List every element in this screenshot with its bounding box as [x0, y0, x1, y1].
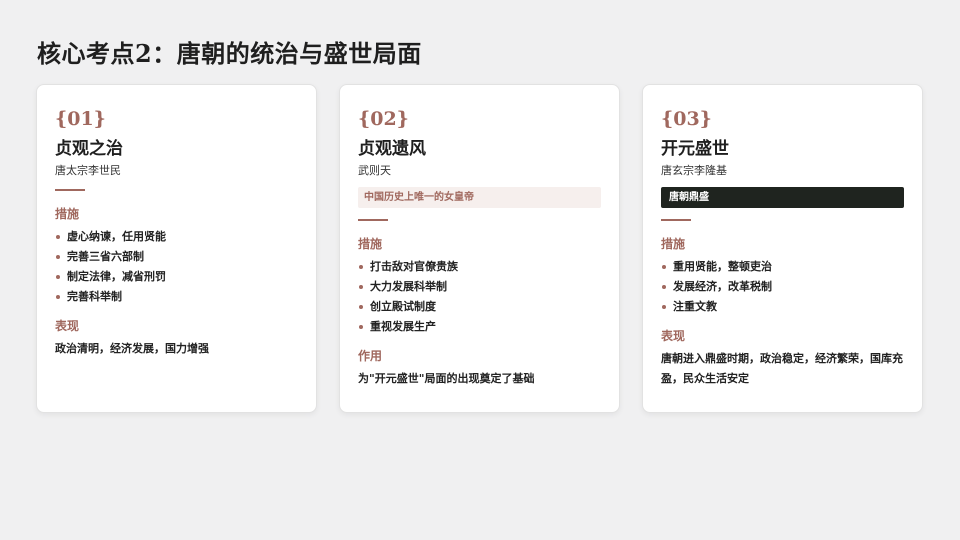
tag-badge: 唐朝鼎盛 — [661, 187, 904, 208]
measures-list: 打击敌对官僚贵族 大力发展科举制 创立殿试制度 重视发展生产 — [358, 260, 601, 334]
bullet-dot-icon — [359, 325, 363, 329]
result-text: 为"开元盛世"局面的出现奠定了基础 — [358, 372, 535, 385]
measures-list: 虚心纳谏，任用贤能 完善三省六部制 制定法律，减省刑罚 完善科举制 — [55, 230, 298, 304]
bullet-dot-icon — [56, 235, 60, 239]
list-item-text: 发展经济，改革税制 — [673, 280, 772, 293]
list-item-text: 完善科举制 — [67, 290, 122, 303]
list-item: 创立殿试制度 — [358, 300, 601, 314]
list-item-text: 制定法律，减省刑罚 — [67, 270, 166, 283]
bullet-dot-icon — [662, 305, 666, 309]
list-item-text: 大力发展科举制 — [370, 280, 447, 293]
list-item: 制定法律，减省刑罚 — [55, 270, 298, 284]
result-label: 表现 — [55, 319, 80, 333]
list-item-text: 打击敌对官僚贵族 — [370, 260, 458, 273]
card-number: {01} — [55, 108, 106, 130]
bullet-dot-icon — [359, 265, 363, 269]
accent-divider — [55, 189, 85, 191]
accent-divider — [358, 219, 388, 221]
bullet-dot-icon — [56, 295, 60, 299]
result-text: 政治清明，经济发展，国力增强 — [55, 342, 209, 355]
list-item: 虚心纳谏，任用贤能 — [55, 230, 298, 244]
measures-list: 重用贤能，整顿吏治 发展经济，改革税制 注重文教 — [661, 260, 904, 314]
bullet-dot-icon — [662, 285, 666, 289]
list-item: 注重文教 — [661, 300, 904, 314]
bullet-dot-icon — [56, 255, 60, 259]
list-item: 打击敌对官僚贵族 — [358, 260, 601, 274]
bullet-dot-icon — [359, 285, 363, 289]
list-item-text: 创立殿试制度 — [370, 300, 436, 313]
list-item-text: 重视发展生产 — [370, 320, 436, 333]
card-zhenguan-rule: {01} 贞观之治 唐太宗李世民 措施 虚心纳谏，任用贤能 完善三省六部制 制定… — [36, 84, 317, 413]
measures-label: 措施 — [358, 237, 383, 251]
tag-badge: 中国历史上唯一的女皇帝 — [358, 187, 601, 208]
slide: 核心考点2：唐朝的统治与盛世局面 {01} 贞观之治 唐太宗李世民 措施 虚心纳… — [0, 0, 960, 540]
card-row: {01} 贞观之治 唐太宗李世民 措施 虚心纳谏，任用贤能 完善三省六部制 制定… — [36, 84, 923, 413]
list-item-text: 完善三省六部制 — [67, 250, 144, 263]
list-item: 重用贤能，整顿吏治 — [661, 260, 904, 274]
bullet-dot-icon — [662, 265, 666, 269]
card-number: {03} — [661, 108, 712, 130]
result-label: 作用 — [358, 349, 383, 363]
list-item: 重视发展生产 — [358, 320, 601, 334]
card-zhenguan-legacy: {02} 贞观遗风 武则天 中国历史上唯一的女皇帝 措施 打击敌对官僚贵族 大力… — [339, 84, 620, 413]
card-title: 贞观之治 — [55, 139, 123, 159]
list-item-text: 注重文教 — [673, 300, 717, 313]
card-kaiyuan-prosperity: {03} 开元盛世 唐玄宗李隆基 唐朝鼎盛 措施 重用贤能，整顿吏治 发展经济，… — [642, 84, 923, 413]
list-item: 完善三省六部制 — [55, 250, 298, 264]
card-number: {02} — [358, 108, 409, 130]
list-item-text: 虚心纳谏，任用贤能 — [67, 230, 166, 243]
card-ruler: 武则天 — [358, 164, 391, 177]
card-title: 贞观遗风 — [358, 139, 426, 159]
bullet-dot-icon — [56, 275, 60, 279]
card-ruler: 唐太宗李世民 — [55, 164, 121, 177]
result-text: 唐朝进入鼎盛时期，政治稳定，经济繁荣，国库充盈，民众生活安定 — [661, 352, 903, 385]
page-title: 核心考点2：唐朝的统治与盛世局面 — [37, 39, 422, 68]
list-item-text: 重用贤能，整顿吏治 — [673, 260, 772, 273]
list-item: 完善科举制 — [55, 290, 298, 304]
accent-divider — [661, 219, 691, 221]
measures-label: 措施 — [661, 237, 686, 251]
card-title: 开元盛世 — [661, 139, 729, 159]
bullet-dot-icon — [359, 305, 363, 309]
list-item: 发展经济，改革税制 — [661, 280, 904, 294]
measures-label: 措施 — [55, 207, 80, 221]
result-label: 表现 — [661, 329, 686, 343]
card-ruler: 唐玄宗李隆基 — [661, 164, 727, 177]
list-item: 大力发展科举制 — [358, 280, 601, 294]
